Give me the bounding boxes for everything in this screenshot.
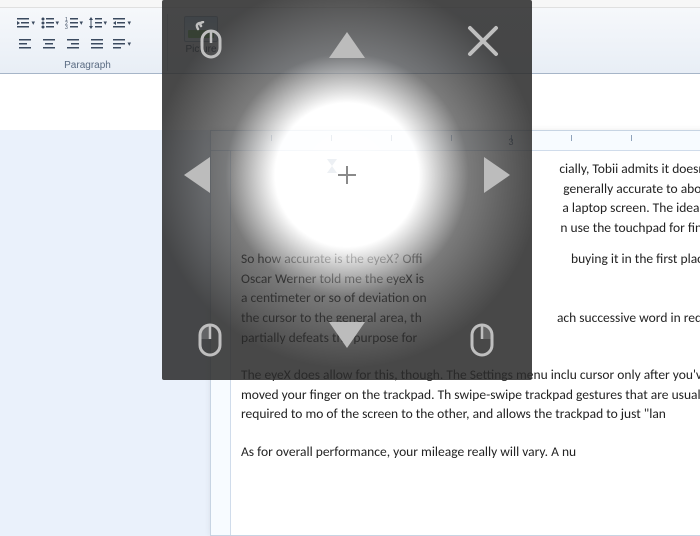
group-label: Paragraph xyxy=(8,60,167,71)
mouse-right-button[interactable] xyxy=(462,318,504,360)
align-right-button[interactable] xyxy=(64,35,84,53)
eyex-overlay xyxy=(162,0,532,380)
align-left-button[interactable] xyxy=(16,35,36,53)
doc-paragraph: As for overall performance, your mileage… xyxy=(241,442,700,462)
indent-increase-button[interactable] xyxy=(112,14,132,32)
justify-button[interactable] xyxy=(88,35,108,53)
mouse-scroll-button[interactable] xyxy=(190,20,232,62)
svg-text:3: 3 xyxy=(65,25,68,29)
align-center-button[interactable] xyxy=(40,35,60,53)
mouse-scroll-icon xyxy=(192,21,230,61)
numbering-button[interactable]: 123 xyxy=(64,14,84,32)
indent-decrease-button[interactable] xyxy=(16,14,36,32)
paragraph-settings-button[interactable] xyxy=(112,35,132,53)
pan-up-button[interactable] xyxy=(329,32,365,58)
mouse-left-icon xyxy=(194,319,228,359)
group-paragraph: 123 Paragraph xyxy=(8,14,168,71)
pan-left-button[interactable] xyxy=(184,157,210,193)
bullets-button[interactable] xyxy=(40,14,60,32)
mouse-right-icon xyxy=(466,319,500,359)
close-button[interactable] xyxy=(462,20,504,62)
close-icon xyxy=(466,24,500,58)
pan-right-button[interactable] xyxy=(484,157,510,193)
line-spacing-button[interactable] xyxy=(88,14,108,32)
pan-down-button[interactable] xyxy=(329,322,365,348)
mouse-left-button[interactable] xyxy=(190,318,232,360)
